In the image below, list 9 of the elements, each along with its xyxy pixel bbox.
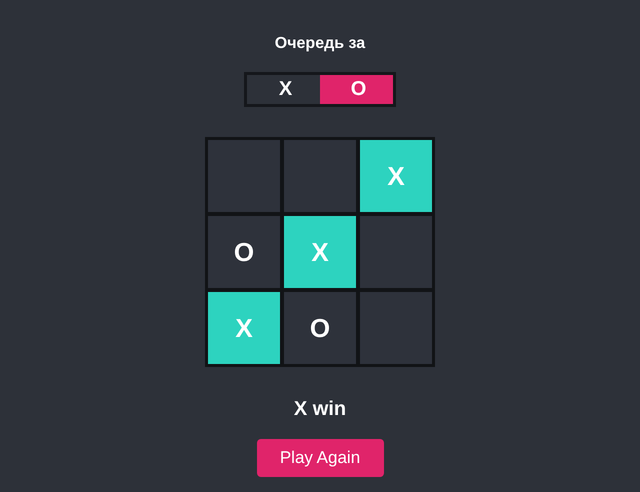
- board-cell[interactable]: [208, 140, 280, 212]
- turn-title: Очередь за: [274, 34, 366, 54]
- board-cell[interactable]: O: [284, 292, 356, 364]
- board-cell[interactable]: [360, 216, 432, 288]
- board-cell[interactable]: O: [208, 216, 280, 288]
- game-status: X win: [294, 397, 346, 421]
- board-cell[interactable]: [284, 140, 356, 212]
- play-again-button[interactable]: Play Again: [256, 439, 384, 477]
- board-cell[interactable]: [360, 292, 432, 364]
